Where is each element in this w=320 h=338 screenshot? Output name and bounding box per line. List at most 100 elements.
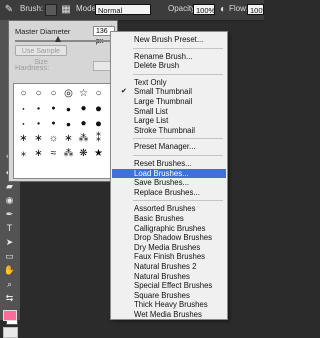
menu-item[interactable]: Text Only [112,78,226,88]
brush-preview-icon[interactable] [45,4,57,16]
menu-item-label: Load Brushes... [134,168,189,178]
brush-preset-thumbnail[interactable]: ☼ [46,131,61,146]
opacity-field[interactable]: 100% [193,4,215,15]
brush-preset-thumbnail[interactable]: ● [76,116,91,131]
menu-item[interactable]: Stroke Thumbnail [112,126,226,136]
menu-item[interactable]: Basic Brushes [112,214,226,224]
brush-preset-thumbnail[interactable]: ○ [31,86,46,101]
brush-preset-thumbnail[interactable]: ∗ [61,131,76,146]
brush-preset-thumbnail[interactable]: ● [46,101,61,116]
brush-preset-thumbnail[interactable]: ○ [46,86,61,101]
brush-preset-thumbnail[interactable]: ⁎ [16,146,31,161]
menu-item-label: Delete Brush [134,61,180,71]
menu-item-label: Replace Brushes... [134,187,200,197]
brush-preset-thumbnail[interactable]: ❋ [76,146,91,161]
menu-item[interactable]: Assorted Brushes [112,204,226,214]
menu-separator [133,200,223,202]
brush-preset-thumbnail[interactable]: ● [91,116,106,131]
brush-tool-icon[interactable]: ✎ [3,3,15,16]
menu-item[interactable]: Replace Brushes... [112,188,226,198]
blur-tool-icon[interactable]: ◉ [2,194,17,207]
brush-preset-grid: ○ ○ ○ ◎ ☆ ○ ● ● ● ● ● ● ● ● ● ● ● ● ∗ ∗ ☼ ∗ ⁂ ⁑ ⁎ ∗ ≈ ⁂ ❋ ★ [13,83,111,179]
menu-item[interactable]: Square Brushes [112,291,226,301]
brush-preset-thumbnail[interactable]: ⁑ [91,131,106,146]
menu-item[interactable]: ✔ Small Thumbnail [112,87,226,97]
pen-tool-icon[interactable]: ✒ [2,208,17,221]
menu-item[interactable]: Large Thumbnail [112,97,226,107]
brush-preset-thumbnail[interactable]: ● [31,101,46,116]
type-tool-icon[interactable]: T [2,222,17,235]
foreground-color-swatch[interactable] [3,310,17,321]
brush-preset-thumbnail[interactable]: ● [76,101,91,116]
menu-item-label: Save Brushes... [134,178,190,188]
brush-preset-thumbnail[interactable]: ● [91,101,106,116]
menu-item[interactable]: Natural Brushes [112,272,226,282]
hand-tool-icon[interactable]: ✋ [2,264,17,277]
toggle-brushes-panel-icon[interactable]: ▦ [60,3,72,16]
brush-preset-thumbnail[interactable]: ● [61,101,76,116]
tablet-opacity-icon[interactable]: ◐ [217,3,229,16]
brush-preset-thumbnail[interactable]: ○ [91,86,106,101]
quick-mask-button[interactable] [3,327,18,338]
menu-item-label: Large Thumbnail [134,97,193,106]
menu-item[interactable]: Thick Heavy Brushes [112,300,226,310]
menu-item-label: Faux Finish Brushes [134,252,206,262]
brush-preset-thumbnail[interactable]: ● [46,116,61,131]
brush-preset-thumbnail[interactable]: ● [16,101,31,116]
zoom-tool-icon[interactable]: ⌕ [2,278,17,291]
menu-item-label: Basic Brushes [134,214,184,223]
menu-item[interactable]: Large List [112,116,226,126]
path-selection-tool-icon[interactable]: ➤ [2,236,17,249]
brush-preset-thumbnail[interactable]: ∗ [16,131,31,146]
menu-item-label: Small Thumbnail [134,87,192,97]
menu-item-label: Dry Media Brushes [134,242,201,252]
brush-preset-thumbnail[interactable]: ● [61,116,76,131]
menu-item-label: Calligraphic Brushes [134,223,206,233]
menu-separator [133,138,223,140]
menu-item[interactable]: Special Effect Brushes [112,281,226,291]
brush-preset-thumbnail[interactable]: ◎ [61,86,76,101]
brush-picker-panel: ▸ Master Diameter 136 px Use Sample Size… [8,20,118,182]
brush-preset-thumbnail[interactable]: ∗ [31,131,46,146]
brush-preset-thumbnail[interactable]: ⁂ [76,131,91,146]
menu-item-label: Drop Shadow Brushes [134,233,213,243]
menu-item[interactable]: Calligraphic Brushes [112,224,226,234]
menu-item[interactable]: Reset Brushes... [112,159,226,169]
menu-separator [133,47,223,49]
brush-panel-menu: New Brush Preset... Rename Brush... Delete… [110,31,228,320]
menu-item-label: Wet Media Brushes [134,310,202,319]
brush-preset-thumbnail[interactable]: ∗ [31,146,46,161]
flow-label: Flow: [229,4,249,13]
menu-item[interactable]: Drop Shadow Brushes [112,233,226,243]
menu-item-label: Preset Manager... [134,142,196,152]
brush-preset-thumbnail[interactable]: ○ [16,86,31,101]
brush-preset-thumbnail[interactable]: ⁂ [61,146,76,161]
menu-item[interactable]: Wet Media Brushes [112,310,226,320]
menu-item[interactable]: Dry Media Brushes [112,243,226,253]
mode-select[interactable]: Normal [95,4,151,15]
menu-item[interactable]: Small List [112,107,226,117]
flow-field[interactable]: 100% [247,4,264,15]
menu-item[interactable]: Natural Brushes 2 [112,262,226,272]
brush-preset-thumbnail[interactable]: ★ [91,146,106,161]
menu-item[interactable]: Faux Finish Brushes [112,252,226,262]
rectangle-tool-icon[interactable]: ▭ [2,250,17,263]
menu-item-label: Text Only [134,77,167,87]
master-diameter-slider[interactable] [15,36,113,42]
brush-preset-thumbnail[interactable]: ● [31,116,46,131]
menu-item-label: Square Brushes [134,290,190,300]
menu-item-label: Reset Brushes... [134,159,192,168]
brush-preset-thumbnail[interactable]: ☆ [76,86,91,101]
use-sample-size-button[interactable]: Use Sample Size [15,45,67,66]
menu-item[interactable]: Save Brushes... [112,178,226,188]
brush-preset-thumbnail[interactable]: ≈ [46,146,61,161]
menu-item[interactable]: Delete Brush [112,61,226,71]
menu-item[interactable]: Load Brushes... [112,168,226,179]
menu-item-label: Small List [134,106,168,116]
menu-item[interactable]: New Brush Preset... [112,35,226,45]
swap-colors-icon[interactable]: ⇆ [2,292,17,305]
menu-item[interactable]: Rename Brush... [112,52,226,62]
menu-item[interactable]: Preset Manager... [112,142,226,152]
brush-preset-thumbnail[interactable]: ● [16,116,31,131]
slider-thumb[interactable] [55,36,61,42]
